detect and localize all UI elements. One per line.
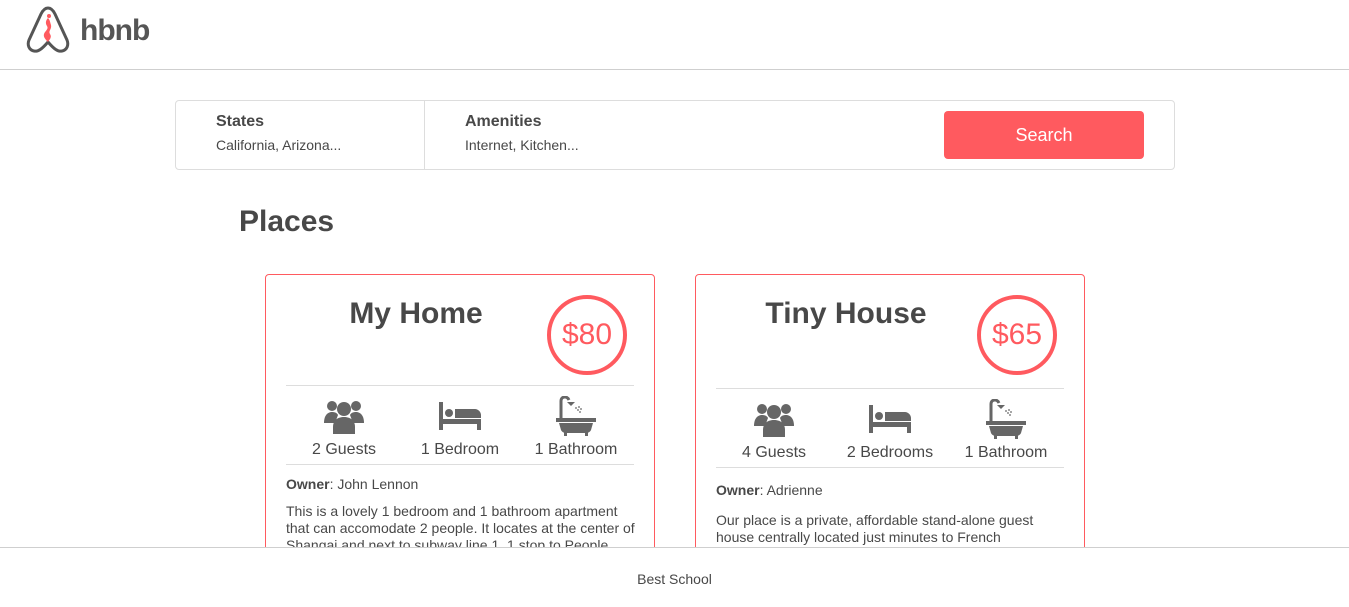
bed-icon [868,399,912,439]
place-name: My Home [349,297,483,330]
bathrooms-info: 1 Bathroom [948,389,1064,467]
logo-text: hbnb [80,14,150,47]
bathrooms-label: 1 Bathroom [534,441,618,458]
header: hbnb [0,0,1349,70]
guests-icon [752,399,796,439]
place-info: 4 Guests 2 Bedrooms 1 Bathroom [716,388,1064,468]
bathrooms-label: 1 Bathroom [964,444,1048,461]
bedrooms-label: 2 Bedrooms [846,444,934,461]
guests-label: 2 Guests [311,441,377,458]
guests-info: 4 Guests [716,389,832,467]
places-title: Places [239,205,335,238]
amenities-filter[interactable]: Amenities Internet, Kitchen... [425,101,725,169]
bedrooms-info: 1 Bedroom [402,386,518,464]
airbnb-logo-icon [24,4,72,59]
bed-icon [438,396,482,436]
logo[interactable]: hbnb [24,5,159,57]
states-filter[interactable]: States California, Arizona... [176,101,425,169]
bedrooms-label: 1 Bedroom [420,441,500,458]
price-badge: $65 [977,295,1057,375]
guests-label: 4 Guests [741,444,807,461]
owner-label: Owner [716,482,760,498]
place-info: 2 Guests 1 Bedroom 1 Bathroom [286,385,634,465]
owner-info: Owner: Adrienne [716,482,823,498]
guests-info: 2 Guests [286,386,402,464]
bedrooms-info: 2 Bedrooms [832,389,948,467]
place-card[interactable]: My Home $80 2 Guests 1 Bedroom 1 Bathroo… [265,274,655,574]
states-filter-title: States [216,113,265,130]
bathrooms-info: 1 Bathroom [518,386,634,464]
bathtub-icon [984,399,1028,439]
price-badge: $80 [547,295,627,375]
place-card[interactable]: Tiny House $65 4 Guests 2 Bedrooms 1 Bat… [695,274,1085,574]
place-description: Our place is a private, affordable stand… [716,512,1034,545]
owner-label: Owner [286,476,330,492]
owner-info: Owner: John Lennon [286,476,418,492]
filters-bar: States California, Arizona... Amenities … [175,100,1175,170]
search-button[interactable]: Search [944,111,1144,159]
footer-text: Best School [637,571,712,587]
place-name: Tiny House [765,297,927,330]
states-filter-value: California, Arizona... [216,137,342,153]
footer: Best School [0,547,1349,607]
bathtub-icon [554,396,598,436]
amenities-filter-title: Amenities [465,113,542,130]
amenities-filter-value: Internet, Kitchen... [465,137,579,153]
owner-name: : John Lennon [329,476,419,492]
guests-icon [322,396,366,436]
owner-name: : Adrienne [759,482,823,498]
